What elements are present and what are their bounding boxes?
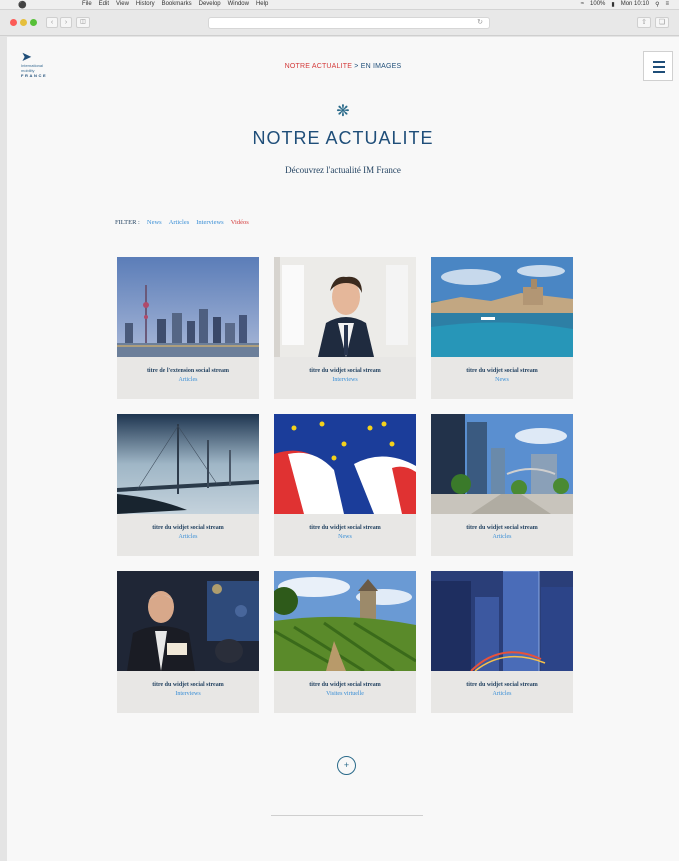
search-icon[interactable]: ⚲ xyxy=(655,1,659,8)
os-menu-items: File Edit View History Bookmarks Develop… xyxy=(82,1,268,7)
card-category[interactable]: Interviews xyxy=(117,691,259,697)
menu-help[interactable]: Help xyxy=(256,1,268,7)
card-title[interactable]: titre du widjet social stream xyxy=(117,682,259,688)
clock[interactable]: Mon 10:10 xyxy=(621,1,649,8)
filter-bar: FILTER : News Articles Interviews Vidéos xyxy=(115,219,249,226)
hamburger-menu-button[interactable] xyxy=(643,51,673,81)
card-category[interactable]: Articles xyxy=(431,534,573,540)
harbor-fort-image[interactable] xyxy=(431,257,573,357)
filter-news[interactable]: News xyxy=(147,219,162,226)
card-category[interactable]: Articles xyxy=(117,377,259,383)
card-title[interactable]: titre du widjet social stream xyxy=(274,525,416,531)
card-title[interactable]: titre du widjet social stream xyxy=(274,682,416,688)
status-area: ≈ 100% ▮ Mon 10:10 ⚲ ≡ xyxy=(581,1,669,8)
browser-toolbar: ‹ › ◫ ↻ ⇧ ❏ xyxy=(0,10,679,36)
breadcrumb: NOTRE ACTUALITE > EN IMAGES xyxy=(7,63,679,70)
card-category[interactable]: Interviews xyxy=(274,377,416,383)
card-title[interactable]: titre de l'extension social stream xyxy=(117,368,259,374)
business-district-image[interactable] xyxy=(431,414,573,514)
web-page: ➤ International mobility FRANCE NOTRE AC… xyxy=(7,37,679,861)
man-conference-image[interactable] xyxy=(117,571,259,671)
snowflake-icon: ❋ xyxy=(336,103,350,120)
apple-icon[interactable]: ⚫ xyxy=(18,1,27,9)
list-icon[interactable]: ≡ xyxy=(665,1,669,8)
page-title: NOTRE ACTUALITE xyxy=(252,128,434,148)
battery-icon: ▮ xyxy=(611,2,615,8)
news-card[interactable]: titre du widjet social stream Visites vi… xyxy=(274,571,416,713)
zoom-window-button[interactable] xyxy=(30,19,37,26)
breadcrumb-separator: > xyxy=(352,63,361,70)
filter-videos[interactable]: Vidéos xyxy=(231,219,249,226)
address-bar[interactable]: ↻ xyxy=(208,17,490,29)
card-title[interactable]: titre du widjet social stream xyxy=(431,368,573,374)
menu-edit[interactable]: Edit xyxy=(99,1,109,7)
footer-divider xyxy=(271,815,423,816)
card-category[interactable]: Articles xyxy=(431,691,573,697)
menu-bookmarks[interactable]: Bookmarks xyxy=(162,1,192,7)
menu-view[interactable]: View xyxy=(116,1,129,7)
news-card[interactable]: titre du widjet social stream Interviews xyxy=(274,257,416,399)
bridge-viaduct-image[interactable] xyxy=(117,414,259,514)
hamburger-line xyxy=(653,61,665,63)
load-more-button[interactable]: + xyxy=(337,756,356,775)
glass-towers-image[interactable] xyxy=(431,571,573,671)
nav-buttons: ‹ › xyxy=(46,17,72,28)
news-grid: titre de l'extension social stream Artic… xyxy=(117,257,573,713)
hamburger-line xyxy=(653,71,665,73)
vineyard-image[interactable] xyxy=(274,571,416,671)
news-card[interactable]: titre de l'extension social stream Artic… xyxy=(117,257,259,399)
news-card[interactable]: titre du widjet social stream Articles xyxy=(431,414,573,556)
battery-level[interactable]: 100% xyxy=(590,1,605,8)
city-skyline-image[interactable] xyxy=(117,257,259,357)
card-title[interactable]: titre du widjet social stream xyxy=(431,525,573,531)
card-category[interactable]: Visites virtuelle xyxy=(274,691,416,697)
back-button[interactable]: ‹ xyxy=(46,17,58,28)
filter-label: FILTER : xyxy=(115,219,140,226)
os-menubar: ⚫ File Edit View History Bookmarks Devel… xyxy=(0,0,679,10)
toolbar-right: ⇧ ❏ xyxy=(637,17,669,28)
card-category[interactable]: News xyxy=(431,377,573,383)
bird-logo-icon: ➤ xyxy=(21,49,32,64)
card-title[interactable]: titre du widjet social stream xyxy=(117,525,259,531)
news-card[interactable]: titre du widjet social stream News xyxy=(431,257,573,399)
menu-develop[interactable]: Develop xyxy=(199,1,221,7)
tabs-button[interactable]: ❏ xyxy=(655,17,669,28)
menu-window[interactable]: Window xyxy=(228,1,249,7)
flags-france-eu-image[interactable] xyxy=(274,414,416,514)
menu-history[interactable]: History xyxy=(136,1,155,7)
news-card[interactable]: titre du widjet social stream News xyxy=(274,414,416,556)
news-card[interactable]: titre du widjet social stream Articles xyxy=(431,571,573,713)
reload-icon[interactable]: ↻ xyxy=(477,18,483,26)
card-category[interactable]: News xyxy=(274,534,416,540)
card-title[interactable]: titre du widjet social stream xyxy=(431,682,573,688)
minimize-window-button[interactable] xyxy=(20,19,27,26)
share-button[interactable]: ⇧ xyxy=(637,17,651,28)
hamburger-line xyxy=(653,66,665,68)
logo-text-line3: FRANCE xyxy=(21,73,48,78)
card-title[interactable]: titre du widjet social stream xyxy=(274,368,416,374)
close-window-button[interactable] xyxy=(10,19,17,26)
window-controls xyxy=(10,19,37,26)
breadcrumb-next[interactable]: EN IMAGES xyxy=(361,63,402,70)
news-card[interactable]: titre du widjet social stream Articles xyxy=(117,414,259,556)
filter-interviews[interactable]: Interviews xyxy=(196,219,223,226)
breadcrumb-current[interactable]: NOTRE ACTUALITE xyxy=(285,63,353,70)
card-category[interactable]: Articles xyxy=(117,534,259,540)
filter-articles[interactable]: Articles xyxy=(169,219,190,226)
page-subtitle: Découvrez l'actualité IM France xyxy=(285,165,401,175)
wifi-icon[interactable]: ≈ xyxy=(581,1,584,8)
menu-file[interactable]: File xyxy=(82,1,92,7)
news-card[interactable]: titre du widjet social stream Interviews xyxy=(117,571,259,713)
sidebar-toggle-button[interactable]: ◫ xyxy=(76,17,90,28)
forward-button[interactable]: › xyxy=(60,17,72,28)
man-portrait-image[interactable] xyxy=(274,257,416,357)
